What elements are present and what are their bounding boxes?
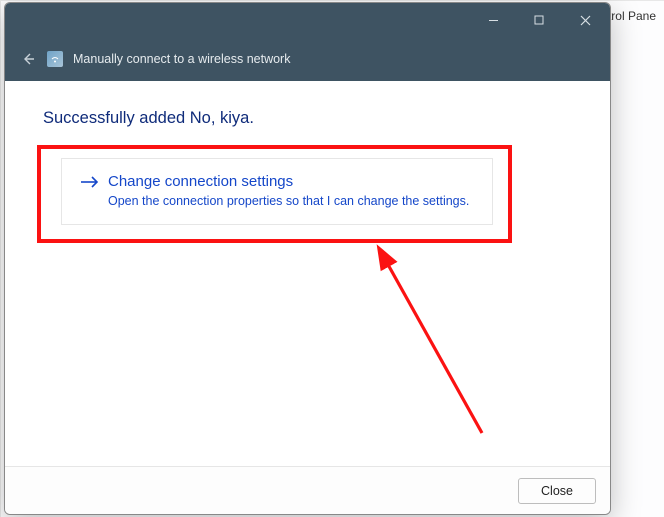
close-button[interactable]: Close [518, 478, 596, 504]
option-description: Open the connection properties so that I… [108, 194, 474, 208]
option-title-text: Change connection settings [108, 173, 293, 190]
back-arrow-icon [20, 51, 36, 67]
option-title-row: Change connection settings [80, 173, 474, 190]
maximize-button[interactable] [516, 4, 562, 36]
wizard-title: Manually connect to a wireless network [73, 52, 290, 66]
wireless-app-icon [47, 51, 63, 67]
wizard-window: Manually connect to a wireless network S… [4, 2, 611, 515]
success-message: Successfully added No, kiya. [43, 109, 576, 128]
minimize-icon [488, 15, 499, 26]
back-button[interactable] [19, 50, 37, 68]
arrow-right-icon [80, 175, 100, 189]
window-close-button[interactable] [562, 4, 608, 36]
maximize-icon [534, 15, 544, 25]
change-connection-settings-option[interactable]: Change connection settings Open the conn… [61, 158, 493, 225]
wizard-content: Successfully added No, kiya. Change conn… [5, 81, 610, 466]
titlebar [5, 3, 610, 37]
close-icon [580, 15, 591, 26]
wizard-header: Manually connect to a wireless network [5, 37, 610, 81]
minimize-button[interactable] [470, 4, 516, 36]
wizard-footer: Close [5, 466, 610, 514]
